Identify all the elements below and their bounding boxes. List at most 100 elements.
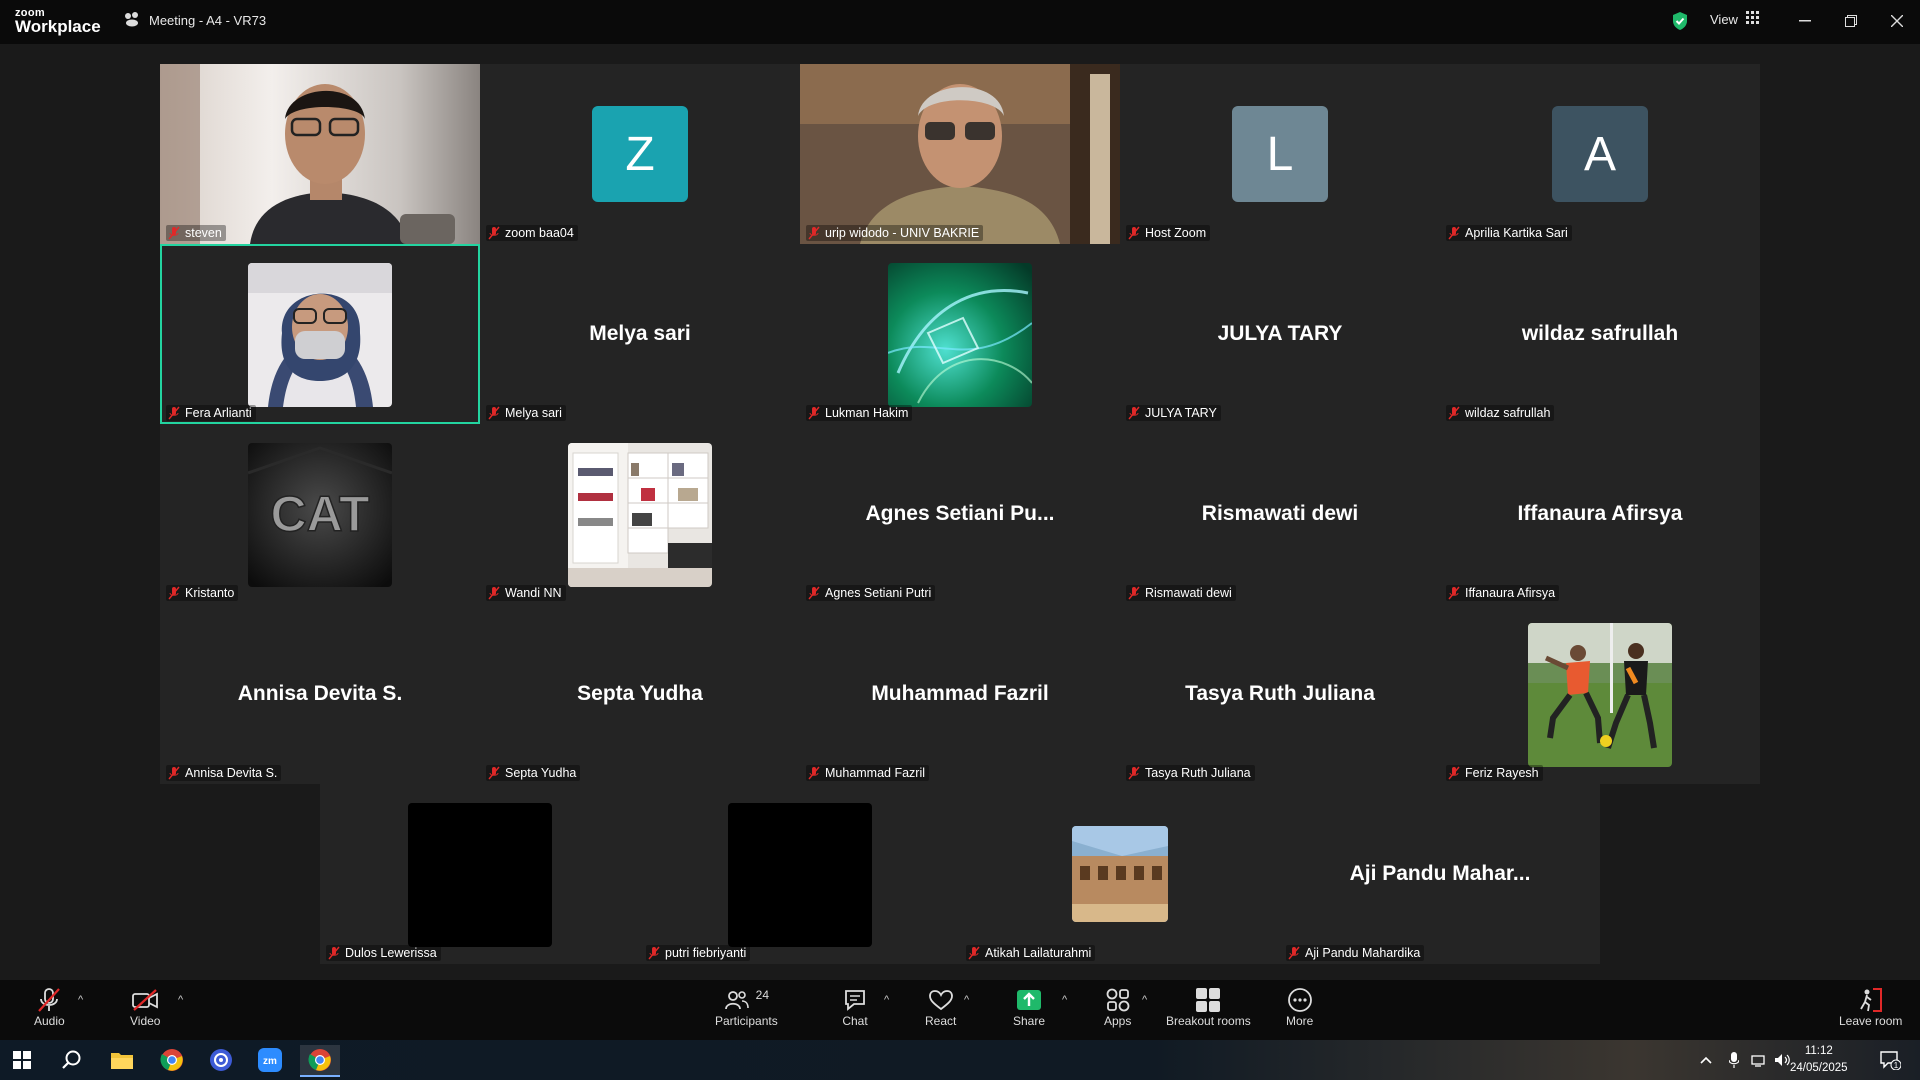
mic-muted-icon [36, 986, 62, 1014]
chrome-active-icon[interactable] [300, 1045, 340, 1077]
participant-name-label: Iffanaura Afirsya [1446, 585, 1560, 601]
more-button[interactable]: More [1286, 986, 1313, 1028]
participant-tile[interactable]: Wandi NN [480, 424, 800, 604]
participant-tile[interactable]: A Aprilia Kartika Sari [1440, 64, 1760, 244]
apps-icon [1105, 986, 1131, 1014]
participant-tile[interactable]: putri fiebriyanti [640, 784, 960, 964]
clock-date: 24/05/2025 [1790, 1062, 1848, 1074]
restore-button[interactable] [1833, 8, 1869, 34]
security-shield-icon[interactable] [1671, 11, 1689, 31]
participant-tile[interactable]: Iffanaura Afirsya Iffanaura Afirsya [1440, 424, 1760, 604]
chat-options-caret-icon[interactable]: ^ [884, 994, 889, 1006]
react-options-caret-icon[interactable]: ^ [964, 994, 969, 1006]
zoom-taskbar-icon[interactable]: zm [250, 1045, 290, 1075]
participant-tile-active-speaker[interactable]: Fera Arlianti [160, 244, 480, 424]
share-button[interactable]: Share [1013, 986, 1045, 1028]
audio-button[interactable]: Audio [34, 986, 65, 1028]
participant-tile[interactable]: L Host Zoom [1120, 64, 1440, 244]
react-button[interactable]: React [925, 986, 956, 1028]
file-explorer-icon[interactable] [102, 1045, 142, 1075]
participant-tile[interactable]: Septa Yudha Septa Yudha [480, 604, 800, 784]
minimize-button[interactable] [1787, 8, 1823, 34]
video-button[interactable]: Video [130, 986, 160, 1028]
participants-paw-icon [123, 11, 141, 30]
heart-icon [927, 986, 955, 1014]
participant-tile[interactable]: Feriz Rayesh [1440, 604, 1760, 784]
participant-tile[interactable]: Atikah Lailaturahmi [960, 784, 1280, 964]
windows-taskbar: zm 11:12 24/05/2025 1 [0, 1040, 1920, 1080]
participant-tile[interactable]: Muhammad Fazril Muhammad Fazril [800, 604, 1120, 784]
mic-muted-icon [1448, 766, 1460, 780]
app-icon[interactable] [201, 1045, 241, 1075]
close-button[interactable] [1879, 8, 1915, 34]
meeting-title-text: Meeting - A4 - VR73 [149, 13, 267, 28]
apps-label: Apps [1104, 1014, 1132, 1028]
mic-muted-icon [488, 766, 500, 780]
participant-name-label: Melya sari [486, 405, 566, 421]
participant-video [160, 64, 480, 244]
share-options-caret-icon[interactable]: ^ [1062, 994, 1067, 1006]
mic-muted-icon [1448, 586, 1460, 600]
chat-label: Chat [842, 1014, 868, 1028]
participant-name-label: Aji Pandu Mahardika [1286, 945, 1425, 961]
mic-muted-icon [168, 766, 180, 780]
participant-tile[interactable]: Dulos Lewerissa [320, 784, 640, 964]
participant-tile[interactable]: steven [160, 64, 480, 244]
chrome-icon[interactable] [152, 1045, 192, 1075]
notification-count: 1 [1894, 1061, 1899, 1070]
participant-tile[interactable]: Rismawati dewi Rismawati dewi [1120, 424, 1440, 604]
participant-display-name: Melya sari [589, 322, 691, 345]
breakout-rooms-button[interactable]: Breakout rooms [1166, 986, 1251, 1028]
participants-icon [724, 991, 749, 1010]
cat-logo-text: CAT [270, 486, 369, 542]
participant-tile[interactable]: CAT Kristanto [160, 424, 480, 604]
view-button[interactable]: View [1710, 11, 1759, 27]
participant-display-name: Aji Pandu Mahar... [1349, 862, 1531, 885]
mic-muted-icon [168, 586, 180, 600]
mic-muted-icon [168, 406, 180, 420]
participant-name-label: Atikah Lailaturahmi [966, 945, 1096, 961]
video-options-caret-icon[interactable]: ^ [178, 994, 183, 1006]
participant-tile[interactable]: Annisa Devita S. Annisa Devita S. [160, 604, 480, 784]
participant-name-label: Annisa Devita S. [166, 765, 282, 781]
audio-options-caret-icon[interactable]: ^ [78, 994, 83, 1006]
participant-tile[interactable]: Tasya Ruth Juliana Tasya Ruth Juliana [1120, 604, 1440, 784]
participant-tile[interactable]: Lukman Hakim [800, 244, 1120, 424]
grid-icon [1745, 11, 1759, 27]
mic-muted-icon [488, 406, 500, 420]
taskbar-clock[interactable]: 11:12 24/05/2025 [1790, 1043, 1848, 1077]
participant-tile[interactable]: Z zoom baa04 [480, 64, 800, 244]
participants-button[interactable]: 24 Participants [715, 986, 778, 1028]
participant-tile[interactable]: JULYA TARY JULYA TARY [1120, 244, 1440, 424]
participant-name-label: Tasya Ruth Juliana [1126, 765, 1255, 781]
windows-start-icon[interactable] [2, 1045, 42, 1075]
mic-muted-icon [1288, 946, 1300, 960]
microphone-icon[interactable] [1724, 1045, 1744, 1075]
mic-muted-icon [168, 226, 180, 240]
apps-button[interactable]: Apps [1104, 986, 1131, 1028]
participant-tile[interactable]: Aji Pandu Mahar... Aji Pandu Mahardika [1280, 784, 1600, 964]
mic-muted-icon [808, 766, 820, 780]
participant-name-label: Wandi NN [486, 585, 566, 601]
apps-options-caret-icon[interactable]: ^ [1142, 994, 1147, 1006]
participant-tile[interactable]: wildaz safrullah wildaz safrullah [1440, 244, 1760, 424]
search-icon[interactable] [52, 1045, 92, 1075]
participant-name-label: putri fiebriyanti [646, 945, 751, 961]
mic-muted-icon [1128, 226, 1140, 240]
mic-muted-icon [488, 586, 500, 600]
mic-muted-icon [1128, 406, 1140, 420]
chat-button[interactable]: Chat [842, 986, 868, 1028]
leave-room-button[interactable]: Leave room [1839, 986, 1902, 1028]
share-label: Share [1013, 1014, 1046, 1028]
notification-center-icon[interactable]: 1 [1872, 1045, 1908, 1075]
participant-tile[interactable]: urip widodo - UNIV BAKRIE [800, 64, 1120, 244]
network-icon[interactable] [1748, 1045, 1770, 1075]
participant-tile[interactable]: Agnes Setiani Pu... Agnes Setiani Putri [800, 424, 1120, 604]
profile-photo-black [728, 803, 872, 947]
chevron-up-icon[interactable] [1694, 1045, 1718, 1075]
clock-time: 11:12 [1804, 1045, 1833, 1057]
participants-label: Participants [715, 1014, 778, 1028]
meeting-title[interactable]: Meeting - A4 - VR73 [123, 11, 266, 30]
participant-tile[interactable]: Melya sari Melya sari [480, 244, 800, 424]
participants-count: 24 [755, 988, 770, 1002]
